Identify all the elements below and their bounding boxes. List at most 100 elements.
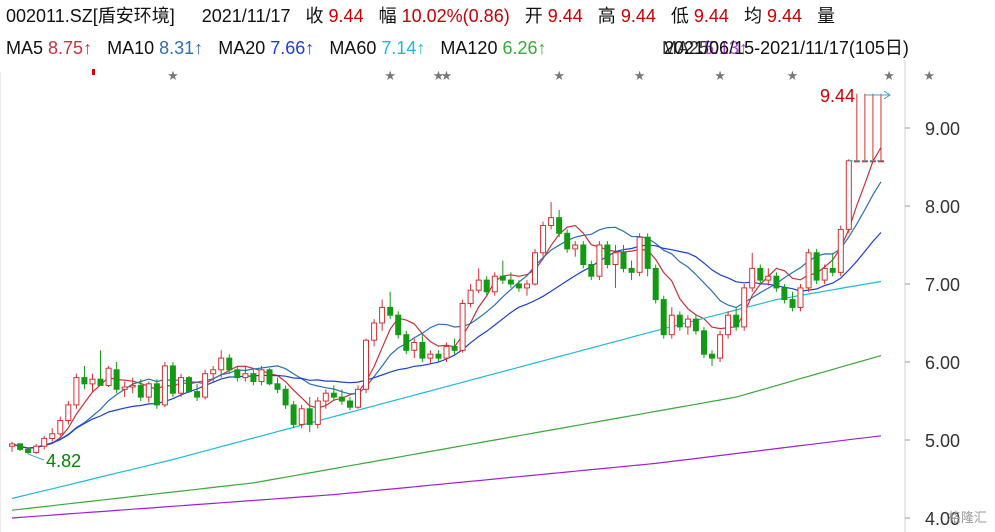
candle-body bbox=[282, 388, 289, 406]
ma10-value: 8.31↑ bbox=[159, 38, 204, 58]
ma20-indicator: MA20 7.66↑ bbox=[218, 38, 314, 58]
candle bbox=[628, 260, 635, 281]
candle-body bbox=[540, 225, 547, 254]
candle bbox=[298, 404, 305, 429]
candle bbox=[129, 377, 136, 394]
candle-body bbox=[709, 353, 715, 359]
candle-body bbox=[129, 384, 136, 388]
candle bbox=[355, 385, 361, 409]
candle-body bbox=[733, 314, 740, 328]
candle bbox=[282, 385, 289, 409]
candle bbox=[419, 334, 426, 362]
candle-body bbox=[813, 252, 820, 281]
candle bbox=[57, 416, 64, 437]
date-range: 2021/06/15-2021/11/17(105日) bbox=[664, 38, 909, 58]
star-marker: ★ bbox=[553, 69, 565, 84]
candle bbox=[274, 377, 281, 394]
y-axis-ticks: 9.008.007.006.005.004.00 bbox=[905, 119, 960, 529]
low-label: 低 bbox=[670, 6, 689, 26]
candle-body bbox=[829, 267, 836, 273]
candle bbox=[234, 365, 241, 382]
star-marker: ★ bbox=[787, 69, 799, 84]
candle-body bbox=[660, 299, 667, 336]
y-tick-label: 6.00 bbox=[925, 353, 960, 373]
avg-value: 9.44 bbox=[766, 6, 803, 26]
candle-body bbox=[234, 369, 241, 379]
candle-body bbox=[499, 275, 506, 281]
candle-body bbox=[363, 339, 369, 390]
candle-body bbox=[266, 369, 273, 385]
candle bbox=[499, 260, 506, 284]
candle-body bbox=[258, 369, 265, 382]
candle bbox=[41, 436, 48, 450]
candle bbox=[821, 264, 828, 284]
candle bbox=[717, 330, 724, 362]
high-value: 9.44 bbox=[620, 6, 656, 26]
star-marker: ★ bbox=[883, 69, 895, 84]
candle-body bbox=[186, 377, 192, 393]
candle-body bbox=[347, 400, 353, 408]
candle bbox=[290, 401, 297, 429]
candle bbox=[178, 373, 184, 398]
star-marker: ★ bbox=[167, 69, 179, 84]
candle-body bbox=[507, 279, 514, 285]
candle-body bbox=[435, 353, 442, 359]
candle bbox=[194, 383, 201, 401]
candle-body bbox=[395, 314, 402, 336]
candle-body bbox=[572, 244, 579, 250]
candle bbox=[813, 248, 820, 284]
star-marker: ★ bbox=[714, 69, 726, 84]
candle bbox=[580, 241, 587, 269]
candle bbox=[652, 264, 659, 304]
candle-body bbox=[781, 287, 788, 301]
candle-body bbox=[773, 275, 780, 289]
candle-body bbox=[749, 267, 756, 289]
high-label: 高 bbox=[597, 6, 616, 26]
candle-body bbox=[338, 396, 345, 402]
candle bbox=[169, 362, 176, 398]
candle-body bbox=[491, 275, 498, 293]
candle-body bbox=[105, 367, 112, 386]
candle bbox=[596, 241, 603, 281]
watermark: 格隆汇 bbox=[947, 510, 987, 525]
grid-lines bbox=[0, 60, 906, 532]
close-value: 9.44 bbox=[328, 6, 364, 26]
candle bbox=[73, 373, 80, 409]
date-range-wrap: 2021/06/15-2021/11/17(105日) bbox=[664, 38, 909, 58]
candle bbox=[644, 233, 651, 277]
candle bbox=[532, 248, 538, 286]
candle-body bbox=[250, 373, 257, 383]
candle-body bbox=[274, 383, 281, 390]
candle bbox=[556, 209, 563, 238]
candle-body bbox=[628, 267, 635, 273]
candle-body bbox=[202, 373, 209, 398]
candle-body bbox=[668, 314, 675, 336]
candle bbox=[765, 268, 772, 286]
y-tick-label: 5.00 bbox=[925, 431, 960, 451]
candle bbox=[636, 233, 643, 277]
close-label: 收 bbox=[305, 6, 324, 26]
candle bbox=[242, 365, 249, 382]
candle bbox=[676, 311, 683, 331]
candle bbox=[250, 369, 257, 386]
candle bbox=[202, 369, 209, 400]
candle bbox=[564, 229, 571, 253]
candle bbox=[314, 397, 321, 429]
candle-body bbox=[612, 252, 619, 266]
candle bbox=[524, 280, 530, 296]
candle bbox=[371, 319, 378, 347]
ma60-indicator: MA60 7.14↑ bbox=[329, 38, 425, 58]
candle bbox=[757, 264, 764, 284]
star-marker: ★ bbox=[634, 69, 646, 84]
low-pointer bbox=[27, 453, 45, 461]
candle-body bbox=[797, 287, 804, 308]
candle bbox=[33, 443, 40, 455]
candle bbox=[548, 202, 555, 230]
candle bbox=[588, 260, 595, 281]
candle-body bbox=[757, 267, 764, 281]
candle bbox=[459, 299, 466, 353]
candles bbox=[9, 93, 884, 455]
candle-body bbox=[306, 408, 313, 425]
candle bbox=[725, 311, 732, 339]
candle-body bbox=[137, 384, 144, 398]
